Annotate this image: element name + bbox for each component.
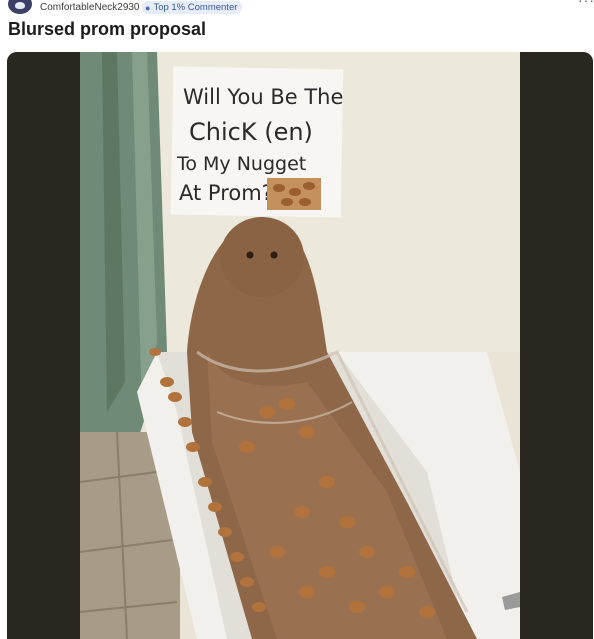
commenter-badge-icon: ● — [145, 2, 151, 13]
ellipsis-icon[interactable]: ··· — [578, 0, 594, 8]
post-title[interactable]: Blursed prom proposal — [8, 19, 206, 40]
photo-content: Will You Be The ChicK (en) To My Nugget … — [79, 52, 520, 639]
user-avatar[interactable] — [8, 0, 32, 14]
prom-proposal-photo: Will You Be The ChicK (en) To My Nugget … — [7, 52, 593, 639]
sign-line-1: Will You Be The — [183, 85, 343, 109]
sign-line-4: At Prom? — [179, 181, 273, 205]
author-username[interactable]: ComfortableNeck2930 — [40, 2, 140, 13]
commenter-badge: ● Top 1% Commenter — [142, 1, 243, 14]
post-image[interactable]: Will You Be The ChicK (en) To My Nugget … — [7, 52, 593, 639]
sign-line-2: ChicK (en) — [189, 118, 313, 146]
sign-line-3: To My Nugget — [176, 153, 306, 175]
post-header: ComfortableNeck2930 ● Top 1% Commenter ·… — [0, 0, 594, 16]
badge-label: Top 1% Commenter — [153, 2, 238, 13]
proposal-sign: Will You Be The ChicK (en) To My Nugget … — [170, 66, 343, 218]
